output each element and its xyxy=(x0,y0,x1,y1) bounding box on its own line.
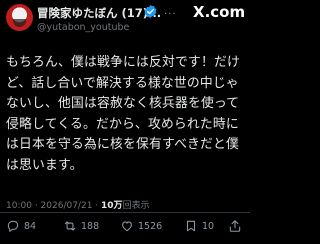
tweet-header: 冒険家ゆたぼん (17)... ··· @yutabon_youtube X.c… xyxy=(6,3,246,40)
tweet-meta: 10:00 · 2026/07/21 · 10万回表示 xyxy=(6,201,150,211)
action-bar: 84 188 1526 10 xyxy=(0,219,250,239)
x-logo-text: X.com xyxy=(193,3,246,21)
x-logo: X.com xyxy=(193,3,245,21)
more-options-icon[interactable]: ··· xyxy=(164,10,177,20)
divider xyxy=(0,212,250,213)
tweet-date[interactable]: 2026/07/21 xyxy=(41,201,93,211)
bookmark-icon xyxy=(186,220,196,232)
views-count: 10万 xyxy=(101,201,123,211)
user-handle[interactable]: @yutabon_youtube xyxy=(37,22,129,33)
like-count: 1526 xyxy=(138,220,163,232)
repost-count: 188 xyxy=(81,220,100,232)
views-label: 回表示 xyxy=(122,201,150,211)
share-button[interactable] xyxy=(228,219,242,233)
like-button[interactable]: 1526 xyxy=(120,219,162,233)
reply-icon xyxy=(7,220,19,233)
bookmark-count: 10 xyxy=(202,220,215,232)
tweet-text: もちろん、僕は戦争には反対です！だけど、話し合いで解決する様な世の中じゃないし、… xyxy=(6,55,240,173)
tweet-time[interactable]: 10:00 xyxy=(6,201,32,211)
verified-badge-icon xyxy=(144,4,157,19)
share-icon xyxy=(229,220,241,232)
reply-button[interactable]: 84 xyxy=(6,219,36,233)
avatar[interactable] xyxy=(6,4,33,31)
bookmark-button[interactable]: 10 xyxy=(184,219,214,233)
repost-button[interactable]: 188 xyxy=(63,219,99,233)
repost-icon xyxy=(64,221,76,231)
heart-icon xyxy=(122,221,132,232)
reply-count: 84 xyxy=(24,220,37,232)
